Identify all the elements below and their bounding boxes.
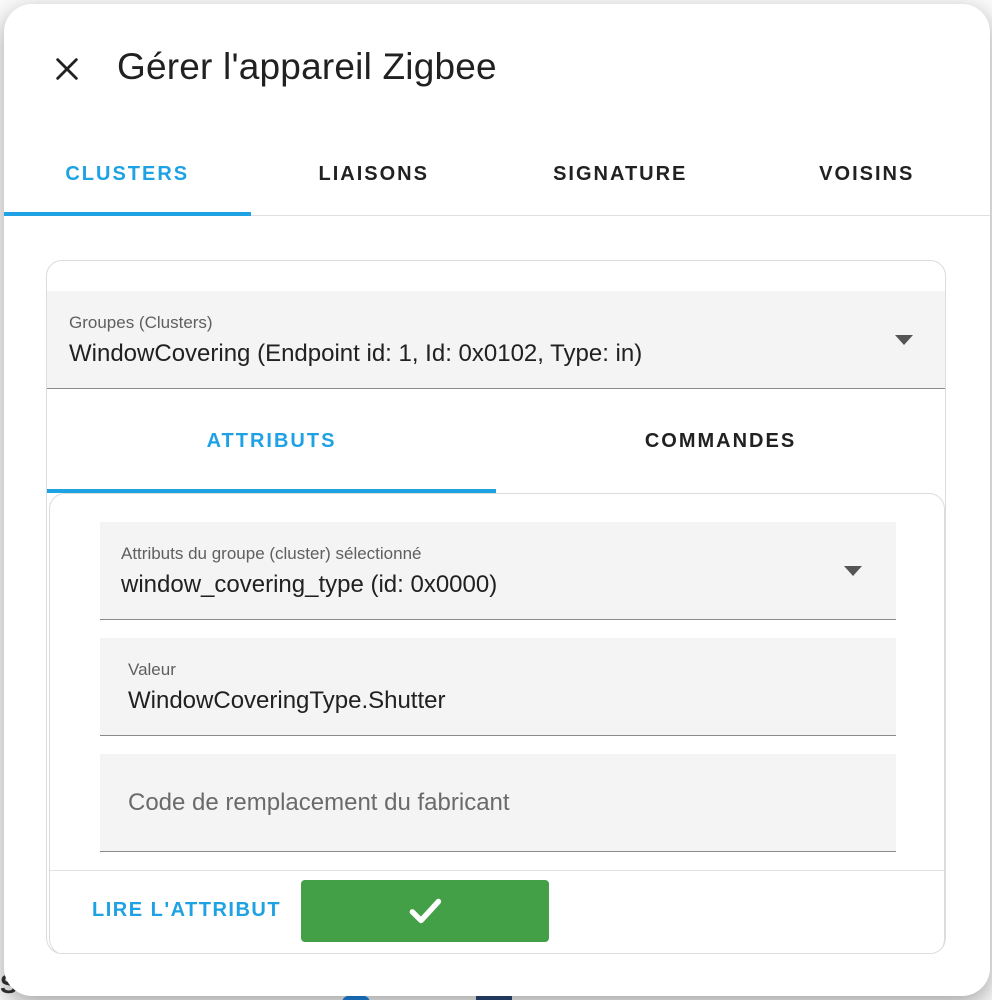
value-field[interactable]: Valeur WindowCoveringType.Shutter <box>100 638 896 736</box>
checkmark-icon <box>409 898 442 924</box>
tab-clusters[interactable]: CLUSTERS <box>4 134 251 216</box>
value-field-label: Valeur <box>128 660 176 679</box>
dialog-title: Gérer l'appareil Zigbee <box>117 46 497 87</box>
attribute-select-value: window_covering_type (id: 0x0000) <box>121 571 498 598</box>
read-attribute-button[interactable]: LIRE L'ATTRIBUT <box>92 899 281 922</box>
cluster-sub-tab-bar: ATTRIBUTS COMMANDES <box>47 389 945 493</box>
cluster-select-value: WindowCovering (Endpoint id: 1, Id: 0x01… <box>69 340 643 367</box>
tab-commandes[interactable]: COMMANDES <box>496 389 945 493</box>
value-field-value[interactable]: WindowCoveringType.Shutter <box>128 687 445 715</box>
tab-voisins[interactable]: VOISINS <box>744 134 991 215</box>
action-bar: LIRE L'ATTRIBUT <box>50 870 944 953</box>
dropdown-arrow-icon <box>895 335 913 345</box>
main-tab-bar: CLUSTERS LIAISONS SIGNATURE VOISINS <box>4 134 990 216</box>
attribute-select[interactable]: Attributs du groupe (cluster) sélectionn… <box>100 522 896 620</box>
attributes-card: Attributs du groupe (cluster) sélectionn… <box>49 493 945 953</box>
dropdown-arrow-icon <box>844 566 862 576</box>
tab-attributs[interactable]: ATTRIBUTS <box>47 389 496 493</box>
cluster-select-label: Groupes (Clusters) <box>69 313 213 332</box>
close-icon <box>56 58 78 80</box>
tab-liaisons[interactable]: LIAISONS <box>251 134 498 215</box>
cluster-select[interactable]: Groupes (Clusters) WindowCovering (Endpo… <box>47 291 945 389</box>
clusters-card: Groupes (Clusters) WindowCovering (Endpo… <box>46 260 946 954</box>
manufacturer-code-field[interactable] <box>100 754 896 852</box>
manage-zigbee-device-dialog: Gérer l'appareil Zigbee CLUSTERS LIAISON… <box>4 4 990 996</box>
confirm-button[interactable] <box>301 880 549 942</box>
close-button[interactable] <box>44 46 90 92</box>
manufacturer-code-input[interactable] <box>128 786 868 820</box>
dialog-header: Gérer l'appareil Zigbee <box>4 4 990 134</box>
tab-signature[interactable]: SIGNATURE <box>497 134 744 215</box>
attribute-select-label: Attributs du groupe (cluster) sélectionn… <box>121 544 422 563</box>
